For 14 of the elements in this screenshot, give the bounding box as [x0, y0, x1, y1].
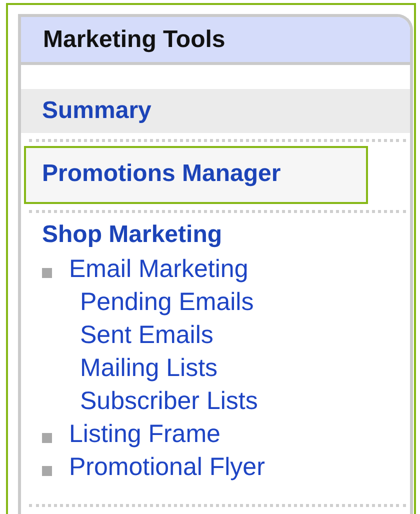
submenu-link[interactable]: Sent Emails [80, 321, 214, 350]
menu-link[interactable]: Promotional Flyer [69, 453, 265, 482]
menu-link[interactable]: Email Marketing [69, 255, 248, 284]
submenu-link[interactable]: Pending Emails [80, 288, 254, 317]
section-link[interactable]: Summary [42, 97, 152, 124]
submenu-link[interactable]: Subscriber Lists [80, 387, 258, 416]
bullet-icon [42, 466, 52, 476]
section-link[interactable]: Shop Marketing [42, 221, 222, 248]
menu-link[interactable]: Listing Frame [69, 420, 220, 449]
bullet-icon [42, 268, 52, 278]
submenu-link[interactable]: Mailing Lists [80, 354, 218, 383]
bullet-icon [42, 432, 52, 442]
section-link[interactable]: Promotions Manager [42, 160, 281, 187]
panel-title: Marketing Tools [43, 26, 226, 54]
